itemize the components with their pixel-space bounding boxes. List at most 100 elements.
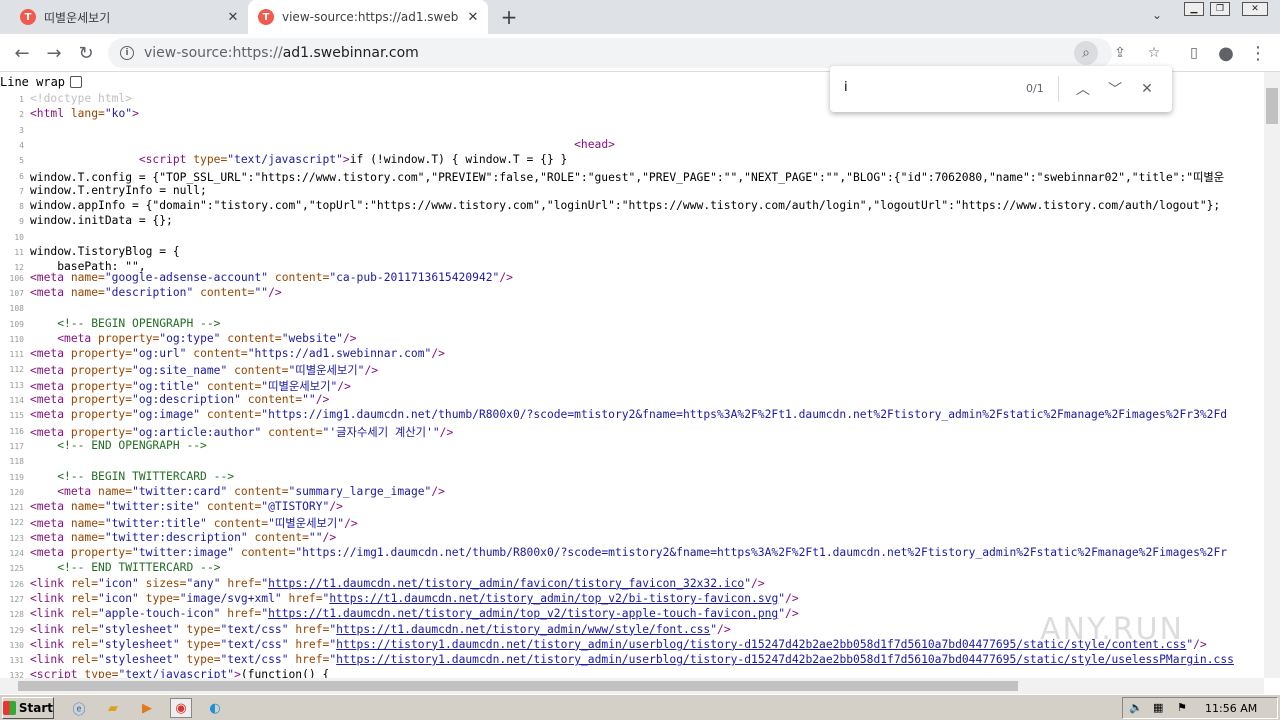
line-number: 121 bbox=[9, 503, 24, 513]
line-number: 106 bbox=[9, 273, 24, 283]
url-prefix: view-source:https:// bbox=[144, 45, 283, 61]
source-line: 113 <meta property="og:title" content="띠별… bbox=[0, 378, 351, 393]
source-line: 11 window.TistoryBlog = { bbox=[0, 245, 180, 260]
flag-icon[interactable]: ⚑ bbox=[1177, 701, 1187, 714]
line-wrap-checkbox[interactable] bbox=[70, 76, 83, 88]
line-number: 11 bbox=[14, 248, 24, 257]
line-code: <link rel="apple-touch-icon" href="https… bbox=[30, 607, 799, 621]
line-number: 123 bbox=[9, 533, 24, 543]
volume-icon[interactable]: 🔈 bbox=[1129, 701, 1143, 714]
line-number: 4 bbox=[19, 140, 24, 150]
line-number: 8 bbox=[19, 202, 24, 212]
side-panel-icon[interactable]: ▯ bbox=[1182, 41, 1206, 65]
line-code: window.TistoryBlog = { bbox=[30, 245, 180, 258]
line-wrap-control: Line wrap bbox=[0, 73, 83, 91]
bookmark-star-icon[interactable]: ☆ bbox=[1142, 41, 1166, 65]
tab-title: view-source:https://ad1.swebinnar.com bbox=[282, 10, 458, 24]
line-number: 3 bbox=[19, 125, 24, 135]
source-line: 9 window.initData = {}; bbox=[0, 214, 173, 229]
source-line: 8 window.appInfo = {"domain":"tistory.com… bbox=[0, 199, 1220, 214]
line-number: 112 bbox=[9, 365, 24, 375]
profile-icon[interactable]: ● bbox=[1214, 41, 1238, 65]
minimize-button[interactable]: ▁ bbox=[1184, 2, 1204, 16]
line-code: <!-- BEGIN OPENGRAPH --> bbox=[57, 316, 221, 330]
source-line: 3 bbox=[0, 123, 30, 138]
clock: 11:56 AM bbox=[1205, 702, 1258, 715]
source-line: 111 <meta property="og:url" content="http… bbox=[0, 347, 445, 362]
line-number: 110 bbox=[9, 334, 24, 344]
tab-title: 띠별운세보기 bbox=[44, 10, 111, 25]
watermark-logo: ANY.RUN bbox=[1040, 612, 1184, 647]
url-host: ad1.swebinnar.com bbox=[282, 45, 419, 61]
network-icon[interactable]: ▦ bbox=[1153, 701, 1163, 714]
address-bar[interactable]: i view-source:https://ad1.swebinnar.com … bbox=[108, 38, 1160, 68]
back-button[interactable]: ← bbox=[10, 41, 34, 65]
line-number: 113 bbox=[9, 380, 24, 390]
vertical-scrollbar[interactable] bbox=[1264, 72, 1280, 678]
start-button[interactable]: Start bbox=[2, 697, 54, 719]
share-icon[interactable]: ⇪ bbox=[1108, 41, 1132, 65]
scroll-thumb[interactable] bbox=[1266, 88, 1278, 124]
new-tab-button[interactable]: + bbox=[498, 5, 520, 29]
window-close-button[interactable]: ✕ bbox=[1242, 2, 1268, 16]
line-code: window.appInfo = {"domain":"tistory.com"… bbox=[30, 199, 1221, 213]
line-number: 116 bbox=[9, 426, 24, 436]
chevron-down-icon[interactable]: ﹀ bbox=[1104, 78, 1126, 100]
line-number: 6 bbox=[19, 171, 24, 181]
source-line: 129 <link rel="stylesheet" type="text/css… bbox=[0, 623, 731, 638]
maximize-button[interactable]: ❐ bbox=[1210, 2, 1230, 16]
line-code: <meta property="og:url" content="https:/… bbox=[30, 347, 445, 361]
chevron-up-icon[interactable]: ︿ bbox=[1072, 78, 1094, 100]
close-icon[interactable]: ✕ bbox=[464, 8, 482, 26]
source-line: 116 <meta property="og:article:author" co… bbox=[0, 424, 454, 439]
source-line: 117 <!-- END OPENGRAPH --> bbox=[0, 439, 207, 454]
source-line: 107 <meta name="description" content=""/> bbox=[0, 286, 282, 301]
horizontal-scrollbar[interactable] bbox=[0, 678, 1264, 694]
scroll-thumb[interactable] bbox=[18, 681, 1018, 691]
tistory-favicon-icon: T bbox=[20, 9, 36, 25]
edge-icon[interactable]: ◐ bbox=[204, 698, 226, 718]
line-number: 117 bbox=[9, 441, 24, 451]
tab-strip: T 띠별운세보기 ✕ T view-source:https://ad1.swe… bbox=[0, 0, 1280, 34]
close-icon[interactable]: ✕ bbox=[1136, 78, 1158, 100]
line-code: <link rel="icon" sizes="any" href="https… bbox=[30, 576, 765, 590]
info-icon[interactable]: i bbox=[120, 46, 134, 60]
source-line: 1 <!doctype html> bbox=[0, 92, 132, 107]
line-number: 108 bbox=[9, 304, 24, 314]
line-number: 127 bbox=[9, 594, 24, 604]
line-number: 114 bbox=[9, 396, 24, 405]
ie-icon[interactable]: ⓔ bbox=[68, 698, 90, 718]
source-line: 122 <meta name="twitter:title" content="띠… bbox=[0, 515, 358, 530]
source-line: 2 <html lang="ko"> bbox=[0, 107, 139, 122]
line-code: <meta name="twitter:description" content… bbox=[30, 530, 337, 544]
tab-fortune[interactable]: T 띠별운세보기 ✕ bbox=[12, 0, 246, 34]
line-number: 5 bbox=[19, 156, 24, 166]
menu-kebab-icon[interactable]: ⋮ bbox=[1246, 41, 1270, 65]
find-input[interactable]: i bbox=[844, 80, 848, 95]
source-line: 106 <meta name="google-adsense-account" c… bbox=[0, 271, 513, 286]
forward-button[interactable]: → bbox=[42, 41, 66, 65]
line-code: <meta property="og:type" content="websit… bbox=[57, 331, 357, 345]
line-code: window.T.entryInfo = null; bbox=[30, 183, 207, 197]
line-code: <script type="text/javascript">if (!wind… bbox=[138, 153, 568, 167]
close-icon[interactable]: ✕ bbox=[224, 8, 242, 26]
media-player-icon[interactable]: ▶ bbox=[136, 698, 158, 718]
source-line: 120 <meta name="twitter:card" content="s… bbox=[0, 485, 445, 500]
chevron-down-icon[interactable]: ⌄ bbox=[1152, 8, 1162, 22]
source-view: 1 <!doctype html> 2 <html lang="ko"> 3 4 <hea… bbox=[0, 92, 1264, 678]
tab-view-source[interactable]: T view-source:https://ad1.swebinnar.com … bbox=[248, 0, 488, 34]
line-code: <meta name="twitter:title" content="띠별운세… bbox=[30, 517, 358, 531]
url-text: view-source:https://ad1.swebinnar.com bbox=[144, 45, 419, 61]
source-line: 125 <!-- END TWITTERCARD --> bbox=[0, 561, 221, 576]
line-number: 119 bbox=[9, 472, 24, 482]
folder-icon[interactable]: ▰ bbox=[102, 698, 124, 718]
line-number: 131 bbox=[9, 656, 24, 666]
reload-button[interactable]: ↻ bbox=[74, 41, 98, 65]
chrome-icon[interactable]: ◉ bbox=[170, 698, 192, 718]
source-line: 123 <meta name="twitter:description" cont… bbox=[0, 530, 337, 546]
line-number: 129 bbox=[9, 625, 24, 635]
line-number: 9 bbox=[19, 217, 24, 227]
find-in-page-icon[interactable]: ⌕ bbox=[1074, 41, 1098, 65]
source-line: 126 <link rel="icon" sizes="any" href="ht… bbox=[0, 577, 765, 592]
line-code: <html lang="ko"> bbox=[30, 107, 139, 121]
